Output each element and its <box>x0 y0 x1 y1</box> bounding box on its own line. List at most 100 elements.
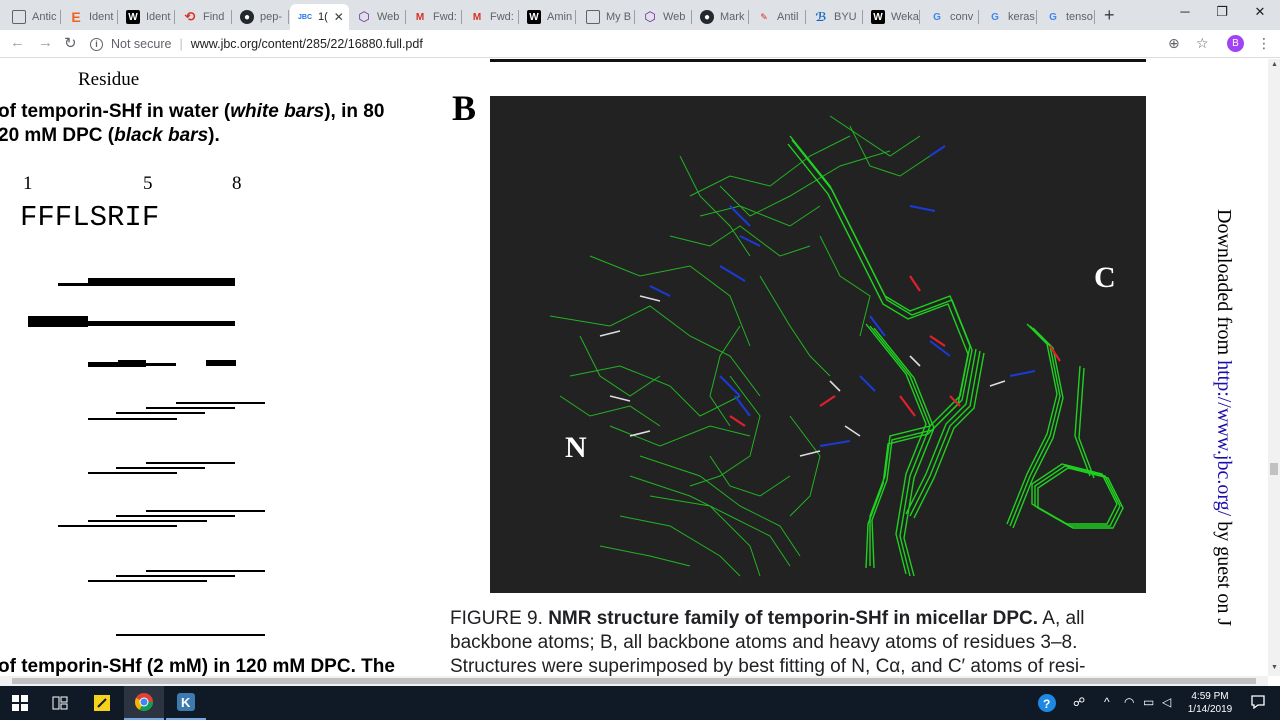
horizontal-scrollbar[interactable] <box>0 676 1268 686</box>
browser-tab[interactable]: JBC 1( ✕ <box>290 4 349 30</box>
browser-tab[interactable]: Antic <box>4 4 61 30</box>
wifi-icon[interactable]: ◠ <box>1124 695 1134 709</box>
close-window-button[interactable]: ✕ <box>1250 4 1270 20</box>
browser-tab[interactable]: My B <box>578 4 635 30</box>
scroll-up-arrow-icon[interactable]: ▲ <box>1271 61 1278 68</box>
browser-tab[interactable]: M Fwd: <box>405 4 462 30</box>
new-tab-button[interactable]: + <box>1104 5 1115 26</box>
people-icon[interactable]: ☍ <box>1073 695 1085 709</box>
security-label: Not secure <box>111 37 172 51</box>
noe-bar <box>88 362 118 367</box>
task-view-icon[interactable] <box>40 686 80 720</box>
tab-label: Fwd: <box>490 11 514 23</box>
github-icon: ● <box>700 10 714 24</box>
battery-icon[interactable]: ▭ <box>1143 695 1154 709</box>
url-text[interactable]: www.jbc.org/content/285/22/16880.full.pd… <box>191 37 423 51</box>
zoom-icon[interactable]: ⊕ <box>1168 35 1180 52</box>
system-clock[interactable]: 4:59 PM 1/14/2019 <box>1180 690 1240 716</box>
noe-bar <box>58 525 177 527</box>
bookmark-star-icon[interactable]: ☆ <box>1196 35 1209 52</box>
scroll-down-arrow-icon[interactable]: ▼ <box>1271 664 1278 671</box>
tab-label: Find <box>203 11 225 23</box>
noe-bar <box>206 360 236 366</box>
browser-tab[interactable]: Gtenso <box>1038 4 1095 30</box>
wiki-w-icon: W <box>527 10 541 24</box>
address-bar[interactable]: i Not secure | www.jbc.org/content/285/2… <box>90 33 1220 55</box>
google-g-icon: G <box>933 11 941 23</box>
gmail-icon: M <box>472 11 482 23</box>
noe-bar <box>88 321 235 326</box>
left-bottom-text: of temporin-SHf (2 mM) in 120 mM DPC. Th… <box>0 656 395 676</box>
c-terminus-label: C <box>1094 261 1116 294</box>
tab-label: 1( <box>318 11 328 23</box>
noe-bar <box>88 418 177 420</box>
browser-tab[interactable]: ✎ Antil <box>749 4 806 30</box>
page-icon <box>12 10 26 24</box>
krita-icon[interactable]: K <box>166 686 206 720</box>
tab-separator <box>1094 10 1095 24</box>
noe-bar <box>88 520 207 522</box>
forward-arrow-icon[interactable]: → <box>38 34 53 51</box>
browser-tab[interactable]: W Weka <box>863 4 920 30</box>
figure-caption-prefix: FIGURE 9. <box>450 608 549 629</box>
browser-tab[interactable]: ⟲ Find <box>175 4 232 30</box>
browser-tab[interactable]: W Ident <box>118 4 175 30</box>
noe-bar <box>58 283 88 286</box>
browser-tab[interactable]: ⬡ Web <box>635 4 692 30</box>
browser-tab[interactable]: ⬡ Web <box>349 4 406 30</box>
vertical-scrollbar[interactable]: ▲ ▼ <box>1268 59 1280 676</box>
browser-tab[interactable]: ● Mark <box>692 4 749 30</box>
volume-icon[interactable]: ◁ <box>1162 695 1171 709</box>
help-icon[interactable]: ? <box>1037 693 1057 716</box>
chevron-up-icon[interactable]: ^ <box>1104 695 1110 709</box>
jbc-link[interactable]: http://www.jbc.org/ <box>1213 360 1235 516</box>
clock-time: 4:59 PM <box>1191 691 1229 702</box>
jbc-icon: JBC <box>298 13 313 21</box>
windows-start-icon[interactable] <box>0 686 40 720</box>
noe-bar <box>116 575 235 577</box>
menu-kebab-icon[interactable]: ⋮ <box>1257 35 1271 52</box>
browser-tab[interactable]: W Amin <box>519 4 576 30</box>
byu-icon: ℬ <box>815 10 827 24</box>
browser-tab[interactable]: ● pep- <box>232 4 289 30</box>
sticky-notes-icon[interactable] <box>82 686 122 720</box>
residue-number: 8 <box>232 173 242 194</box>
tab-label: conv <box>950 11 974 23</box>
github-icon: ● <box>240 10 254 24</box>
tab-label: Weka <box>891 11 919 23</box>
noe-bar <box>88 472 177 474</box>
tab-label: Ident <box>146 11 171 23</box>
browser-tab[interactable]: Gconv <box>922 4 979 30</box>
clock-date: 1/14/2019 <box>1187 704 1233 715</box>
profile-avatar[interactable]: B <box>1227 35 1244 52</box>
close-tab-icon[interactable]: ✕ <box>334 10 344 24</box>
nmr-structure-image: N C <box>490 96 1146 593</box>
tab-label: Amin <box>547 11 573 23</box>
notification-icon[interactable] <box>1250 694 1266 713</box>
residue-number: 5 <box>143 173 153 194</box>
web-hex-icon: ⬡ <box>644 9 656 24</box>
browser-tab[interactable]: Gkeras <box>980 4 1037 30</box>
tab-strip: Antic E Ident W Ident ⟲ Find ● pep- JBC 1(✕ ⬡ Web M Fw… <box>0 0 1280 30</box>
windows-taskbar: K ? ☍ ^ ◠ ▭ ◁ 4:59 PM 1/14/2019 <box>0 686 1280 720</box>
left-caption-line-1: of temporin-SHf in water (white bars), i… <box>0 101 385 122</box>
svg-text:?: ? <box>1043 697 1050 711</box>
n-terminus-label: N <box>565 431 587 464</box>
info-icon[interactable]: i <box>90 37 103 51</box>
web-hex-icon: ⬡ <box>358 9 370 24</box>
figure-caption-line2: backbone atoms; B, all backbone atoms an… <box>450 632 1078 653</box>
browser-tab[interactable]: ℬ BYU <box>806 4 863 30</box>
noe-bar <box>146 510 265 512</box>
tab-label: Web <box>663 11 686 23</box>
reload-icon[interactable]: ↻ <box>64 34 77 52</box>
maximize-button[interactable]: ❐ <box>1212 4 1232 20</box>
back-arrow-icon[interactable]: ← <box>10 34 25 51</box>
minimize-button[interactable]: ─ <box>1175 4 1195 19</box>
wiki-w-icon: W <box>126 10 140 24</box>
chrome-icon[interactable] <box>124 686 164 720</box>
figure-caption-line1-rest: A, all <box>1038 608 1085 629</box>
browser-tab[interactable]: M Fwd: <box>462 4 519 30</box>
browser-tab[interactable]: E Ident <box>61 4 118 30</box>
vertical-scroll-thumb[interactable] <box>1270 463 1278 475</box>
horizontal-scroll-thumb[interactable] <box>12 678 1256 684</box>
